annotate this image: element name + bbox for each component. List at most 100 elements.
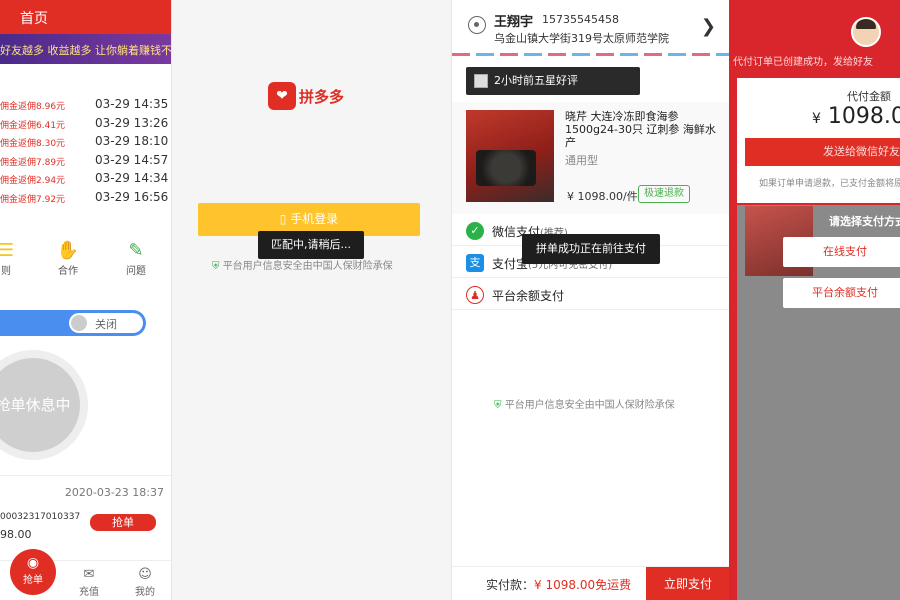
chat-icon: ✉: [83, 567, 95, 582]
shipping-text: 免运费: [595, 578, 632, 592]
total-text: 实付款：¥ 1098.00免运费: [486, 576, 631, 593]
login-label: 手机登录: [290, 212, 339, 226]
product-jar: [476, 150, 536, 186]
pay-now-button[interactable]: 立即支付: [646, 567, 729, 600]
recipient-address: 乌金山镇大学街319号太原师范学院: [494, 32, 669, 45]
avatar: [851, 17, 881, 47]
product-image: [466, 110, 554, 202]
pay-label: 平台余额支付: [492, 289, 565, 303]
product-card[interactable]: 晓芹 大连冷冻即食海参1500g24-30只 辽刺参 海鲜水产 通用型 ¥ 10…: [452, 102, 729, 214]
checkout-screen: 王翔宇 15735545458 乌金山镇大学街319号太原师范学院 ❯ 2小时前…: [451, 0, 729, 600]
recipient-phone: 15735545458: [542, 13, 619, 26]
redirect-toast: 拼单成功正在前往支付: [522, 234, 660, 264]
rebate-text: 佣金返佣2.94元: [0, 176, 66, 186]
nav-recharge[interactable]: ✉ 充值: [74, 567, 104, 598]
list-item: 佣金返佣7.92元 03-29 16:56: [0, 189, 171, 208]
refund-note: 如果订单申请退款，已支付金额将原: [759, 179, 900, 189]
list-item: 佣金返佣2.94元 03-29 14:34: [0, 170, 171, 189]
page-title: 首页: [20, 11, 48, 27]
pinduoduo-logo: ❤ 拼多多: [268, 82, 344, 110]
shortcut-label: 问题: [126, 266, 146, 277]
phone-icon: ▯: [279, 212, 287, 226]
order-date: 2020-03-23 18:37: [64, 486, 164, 499]
bottom-nav: ◉ 抢单 ✉ 充值 ☺ 我的: [0, 549, 171, 600]
online-pay-button[interactable]: 在线支付: [783, 237, 900, 267]
address-divider: [452, 53, 729, 56]
recipient-name: 王翔宇: [494, 15, 534, 30]
product-spec: 通用型: [565, 154, 598, 167]
nav-label: 我的: [135, 587, 155, 598]
grab-status-button[interactable]: 抢单休息中: [0, 358, 80, 452]
auto-grab-bar: 关闭: [0, 310, 146, 336]
matching-toast: 匹配中,请稍后...: [258, 231, 364, 259]
alipay-icon: 支: [466, 254, 484, 272]
grab-status-ring: 抢单休息中: [0, 350, 88, 460]
rebate-time: 03-29 14:35: [95, 97, 169, 111]
select-pay-method-label: 请选择支付方式: [829, 215, 900, 228]
promo-marquee: 好友越多 收益越多 让你躺着赚钱不再是梦: [0, 34, 171, 64]
fast-refund-badge: 极速退款: [638, 185, 690, 203]
nav-label: 抢单: [23, 575, 43, 586]
shortcut-questions[interactable]: ✎ 问题: [116, 240, 156, 277]
rebate-text: 佣金返佣8.96元: [0, 102, 66, 112]
nav-label: 充值: [79, 587, 99, 598]
share-wechat-button[interactable]: 发送给微信好友: [745, 138, 900, 166]
shortcut-cooperation[interactable]: ✋ 合作: [48, 240, 88, 277]
rebate-text: 佣金返佣6.41元: [0, 120, 66, 131]
order-card: 2020-03-23 18:37 00032317010337 98.00 抢单: [0, 475, 171, 555]
shortcut-label: 则: [1, 266, 11, 277]
user-icon: ☺: [138, 567, 152, 582]
rebate-text: 佣金返佣7.92元: [0, 194, 66, 205]
rebate-text: 佣金返佣8.30元: [0, 139, 66, 149]
review-badge: 2小时前五星好评: [466, 67, 640, 95]
balance-pay-button[interactable]: 平台余额支付: [783, 278, 900, 308]
product-price: ¥ 1098.00/件: [567, 190, 638, 203]
location-icon: [468, 16, 486, 34]
security-note: ⛨ 平台用户信息安全由中国人保财险承保: [494, 396, 675, 411]
wechat-pay-icon: ✓: [466, 222, 484, 240]
amount-number: 1098.0: [827, 104, 900, 129]
home-header: 首页: [0, 0, 171, 34]
security-text: 平台用户信息安全由中国人保财险承保: [222, 261, 393, 272]
grab-order-button[interactable]: 抢单: [90, 514, 156, 531]
login-screen: ❤ 拼多多 ▯ 手机登录 匹配中,请稍后... ⛨ 平台用户信息安全由中国人保财险…: [172, 0, 451, 600]
rebate-text: 佣金返佣7.89元: [0, 157, 66, 168]
toggle-label: 关闭: [95, 318, 117, 331]
rebate-time: 03-29 16:56: [95, 189, 169, 204]
chevron-right-icon: ❯: [700, 16, 716, 37]
order-amount: 98.00: [0, 528, 32, 541]
amount-value: ¥ 1098.0: [812, 104, 900, 129]
checkout-bar: 实付款：¥ 1098.00免运费 立即支付: [452, 566, 729, 600]
proxy-amount-card: 代付金额 ¥ 1098.0 发送给微信好友 如果订单申请退款，已支付金额将原: [737, 78, 900, 203]
shortcut-label: 合作: [58, 266, 78, 277]
rebate-list: 佣金返佣8.96元 03-29 14:35 佣金返佣6.41元 03-29 13:2…: [0, 96, 171, 208]
order-created-message: 代付订单已创建成功，发给好友: [733, 57, 873, 68]
amount-label: 代付金额: [847, 90, 891, 103]
list-item: 佣金返佣6.41元 03-29 13:26: [0, 115, 171, 134]
shortcut-rules[interactable]: ☰ 则: [0, 240, 26, 277]
shortcut-icons: ☰ 则 ✋ 合作 ✎ 问题: [0, 240, 171, 284]
address-card[interactable]: 王翔宇 15735545458 乌金山镇大学街319号太原师范学院 ❯: [452, 0, 729, 56]
total-label: 实付款：: [486, 578, 535, 592]
total-amount: ¥ 1098.00: [534, 578, 596, 592]
auto-grab-toggle[interactable]: 关闭: [69, 313, 143, 333]
list-item: 佣金返佣8.30元 03-29 18:10: [0, 133, 171, 152]
nav-grab[interactable]: ◉ 抢单: [10, 549, 56, 595]
product-title: 晓芹 大连冷冻即食海参1500g24-30只 辽刺参 海鲜水产: [565, 110, 716, 149]
order-number: 00032317010337: [0, 512, 81, 522]
pay-option-balance[interactable]: ♟ 平台余额支付: [452, 280, 729, 310]
toggle-knob: [71, 315, 87, 331]
list-icon: ☰: [0, 240, 26, 262]
logo-text: 拼多多: [299, 87, 345, 106]
list-item: 佣金返佣8.96元 03-29 14:35: [0, 96, 171, 115]
security-note: ⛨ 平台用户信息安全由中国人保财险承保: [212, 257, 393, 272]
home-screen: 首页 好友越多 收益越多 让你躺着赚钱不再是梦 佣金返佣8.96元 03-29 1…: [0, 0, 172, 600]
proxy-pay-screen: 代付订单已创建成功，发给好友 代付金额 ¥ 1098.0 发送给微信好友 如果订…: [729, 0, 900, 600]
nav-mine[interactable]: ☺ 我的: [130, 567, 160, 598]
security-text: 平台用户信息安全由中国人保财险承保: [504, 400, 675, 411]
rebate-time: 03-29 14:34: [95, 171, 169, 185]
grab-icon: ◉: [26, 555, 40, 571]
image-icon: [474, 74, 488, 88]
rebate-time: 03-29 13:26: [95, 115, 169, 130]
balance-user-icon: ♟: [466, 286, 484, 304]
